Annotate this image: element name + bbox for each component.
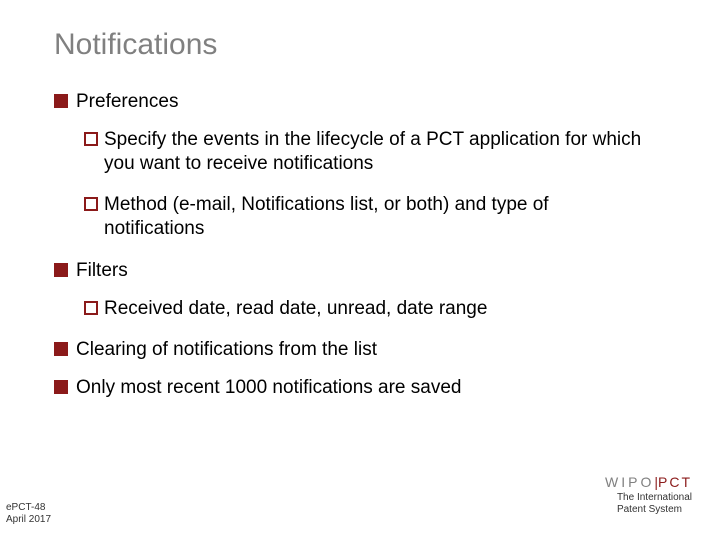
- square-bullet-icon: [54, 342, 68, 356]
- hollow-square-icon: [84, 132, 98, 146]
- sub-bullet-text: Specify the events in the lifecycle of a…: [104, 128, 644, 176]
- square-bullet-icon: [54, 380, 68, 394]
- footer-date: April 2017: [6, 514, 51, 526]
- tagline-line1: The International: [617, 492, 692, 504]
- square-bullet-icon: [54, 263, 68, 277]
- tagline-line2: Patent System: [617, 504, 692, 516]
- bullet-clearing: Clearing of notifications from the list: [54, 338, 666, 362]
- bullet-text: Clearing of notifications from the list: [76, 338, 377, 362]
- sub-bullet-method: Method (e-mail, Notifications list, or b…: [84, 193, 666, 241]
- hollow-square-icon: [84, 197, 98, 211]
- footer-ref: ePCT-48: [6, 502, 51, 514]
- sub-bullet-text-span: Method (e-mail, Notifications list, or b…: [104, 194, 549, 239]
- hollow-square-icon: [84, 301, 98, 315]
- sub-bullet-text: Method (e-mail, Notifications list, or b…: [104, 193, 644, 241]
- sub-bullet-specify-events: Specify the events in the lifecycle of a…: [84, 128, 666, 176]
- bullet-filters: Filters: [54, 259, 666, 283]
- bullet-text: Preferences: [76, 90, 178, 114]
- slide-title: Notifications: [54, 28, 666, 62]
- footer-reference: ePCT-48 April 2017: [6, 502, 51, 526]
- brand-logo: WIPO|PCT: [605, 474, 692, 490]
- brand-wipo: WIPO: [605, 474, 654, 490]
- sub-bullet-text: Received date, read date, unread, date r…: [104, 297, 487, 321]
- bullet-text: Filters: [76, 259, 128, 283]
- slide-content: Notifications Preferences Specify the ev…: [0, 0, 720, 400]
- footer-tagline: The International Patent System: [617, 492, 692, 516]
- bullet-preferences: Preferences: [54, 90, 666, 114]
- bullet-text: Only most recent 1000 notifications are …: [76, 376, 461, 400]
- sub-bullet-received-date: Received date, read date, unread, date r…: [84, 297, 666, 321]
- square-bullet-icon: [54, 94, 68, 108]
- brand-pct: PCT: [658, 474, 692, 490]
- bullet-recent-1000: Only most recent 1000 notifications are …: [54, 376, 666, 400]
